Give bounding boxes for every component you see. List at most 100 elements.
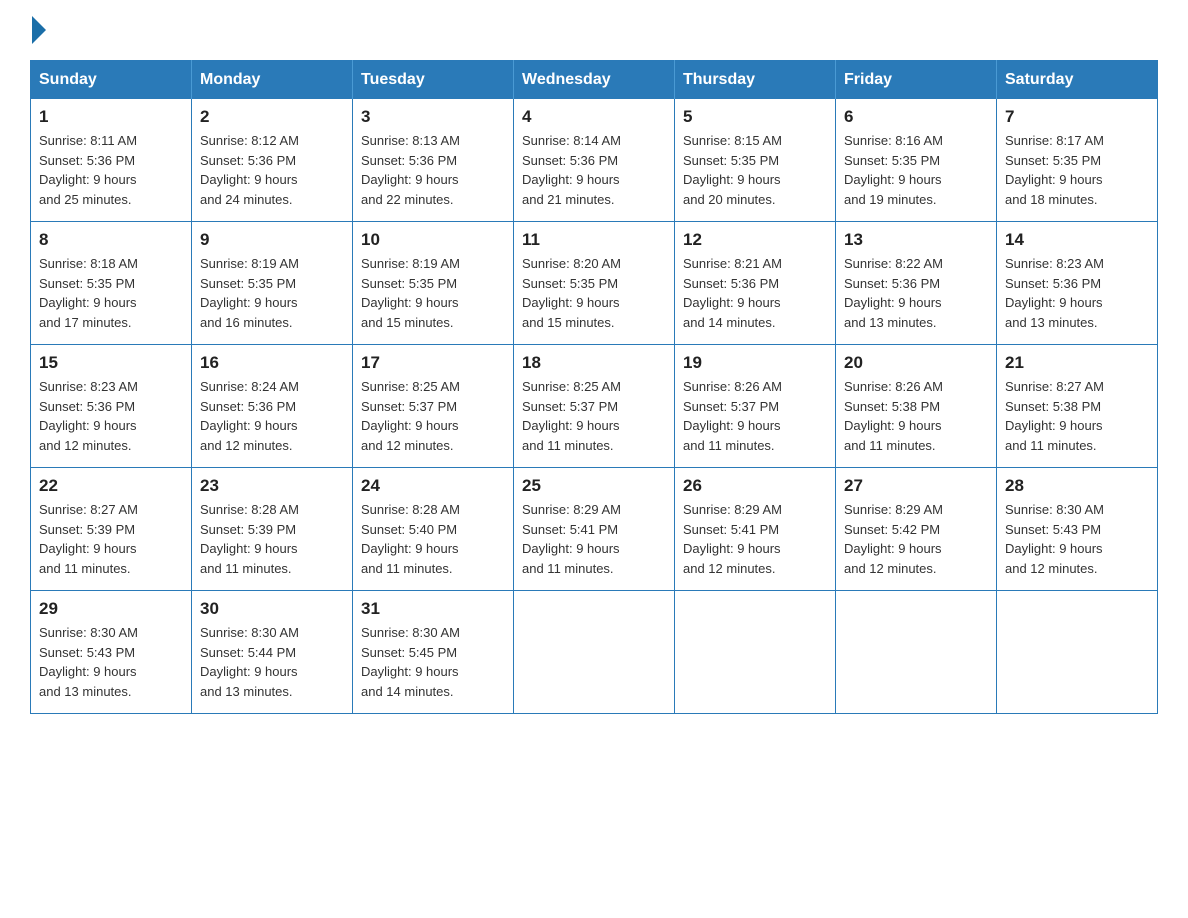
calendar-day-cell: 26 Sunrise: 8:29 AMSunset: 5:41 PMDaylig… bbox=[675, 468, 836, 591]
day-number: 20 bbox=[844, 353, 988, 373]
day-info: Sunrise: 8:17 AMSunset: 5:35 PMDaylight:… bbox=[1005, 131, 1149, 209]
day-info: Sunrise: 8:11 AMSunset: 5:36 PMDaylight:… bbox=[39, 131, 183, 209]
calendar-table: SundayMondayTuesdayWednesdayThursdayFrid… bbox=[30, 60, 1158, 714]
calendar-day-cell: 14 Sunrise: 8:23 AMSunset: 5:36 PMDaylig… bbox=[997, 222, 1158, 345]
calendar-day-cell bbox=[997, 591, 1158, 714]
header-sunday: Sunday bbox=[31, 61, 192, 100]
calendar-week-row: 8 Sunrise: 8:18 AMSunset: 5:35 PMDayligh… bbox=[31, 222, 1158, 345]
day-number: 23 bbox=[200, 476, 344, 496]
day-number: 11 bbox=[522, 230, 666, 250]
day-info: Sunrise: 8:20 AMSunset: 5:35 PMDaylight:… bbox=[522, 254, 666, 332]
day-info: Sunrise: 8:23 AMSunset: 5:36 PMDaylight:… bbox=[39, 377, 183, 455]
calendar-day-cell: 11 Sunrise: 8:20 AMSunset: 5:35 PMDaylig… bbox=[514, 222, 675, 345]
day-info: Sunrise: 8:24 AMSunset: 5:36 PMDaylight:… bbox=[200, 377, 344, 455]
calendar-day-cell: 6 Sunrise: 8:16 AMSunset: 5:35 PMDayligh… bbox=[836, 99, 997, 222]
calendar-day-cell: 20 Sunrise: 8:26 AMSunset: 5:38 PMDaylig… bbox=[836, 345, 997, 468]
day-number: 30 bbox=[200, 599, 344, 619]
calendar-header-row: SundayMondayTuesdayWednesdayThursdayFrid… bbox=[31, 61, 1158, 100]
calendar-day-cell: 3 Sunrise: 8:13 AMSunset: 5:36 PMDayligh… bbox=[353, 99, 514, 222]
day-number: 6 bbox=[844, 107, 988, 127]
calendar-day-cell bbox=[514, 591, 675, 714]
day-info: Sunrise: 8:13 AMSunset: 5:36 PMDaylight:… bbox=[361, 131, 505, 209]
calendar-day-cell: 19 Sunrise: 8:26 AMSunset: 5:37 PMDaylig… bbox=[675, 345, 836, 468]
header-thursday: Thursday bbox=[675, 61, 836, 100]
day-info: Sunrise: 8:30 AMSunset: 5:44 PMDaylight:… bbox=[200, 623, 344, 701]
calendar-day-cell: 28 Sunrise: 8:30 AMSunset: 5:43 PMDaylig… bbox=[997, 468, 1158, 591]
calendar-day-cell: 31 Sunrise: 8:30 AMSunset: 5:45 PMDaylig… bbox=[353, 591, 514, 714]
calendar-week-row: 1 Sunrise: 8:11 AMSunset: 5:36 PMDayligh… bbox=[31, 99, 1158, 222]
day-number: 7 bbox=[1005, 107, 1149, 127]
day-info: Sunrise: 8:19 AMSunset: 5:35 PMDaylight:… bbox=[200, 254, 344, 332]
calendar-day-cell: 16 Sunrise: 8:24 AMSunset: 5:36 PMDaylig… bbox=[192, 345, 353, 468]
day-number: 28 bbox=[1005, 476, 1149, 496]
calendar-day-cell: 27 Sunrise: 8:29 AMSunset: 5:42 PMDaylig… bbox=[836, 468, 997, 591]
day-info: Sunrise: 8:22 AMSunset: 5:36 PMDaylight:… bbox=[844, 254, 988, 332]
day-info: Sunrise: 8:26 AMSunset: 5:37 PMDaylight:… bbox=[683, 377, 827, 455]
day-info: Sunrise: 8:29 AMSunset: 5:41 PMDaylight:… bbox=[522, 500, 666, 578]
day-info: Sunrise: 8:19 AMSunset: 5:35 PMDaylight:… bbox=[361, 254, 505, 332]
header-wednesday: Wednesday bbox=[514, 61, 675, 100]
day-number: 9 bbox=[200, 230, 344, 250]
day-number: 19 bbox=[683, 353, 827, 373]
day-number: 17 bbox=[361, 353, 505, 373]
day-info: Sunrise: 8:29 AMSunset: 5:41 PMDaylight:… bbox=[683, 500, 827, 578]
day-number: 31 bbox=[361, 599, 505, 619]
calendar-day-cell: 4 Sunrise: 8:14 AMSunset: 5:36 PMDayligh… bbox=[514, 99, 675, 222]
calendar-day-cell: 29 Sunrise: 8:30 AMSunset: 5:43 PMDaylig… bbox=[31, 591, 192, 714]
day-number: 14 bbox=[1005, 230, 1149, 250]
day-info: Sunrise: 8:14 AMSunset: 5:36 PMDaylight:… bbox=[522, 131, 666, 209]
calendar-week-row: 29 Sunrise: 8:30 AMSunset: 5:43 PMDaylig… bbox=[31, 591, 1158, 714]
day-info: Sunrise: 8:25 AMSunset: 5:37 PMDaylight:… bbox=[522, 377, 666, 455]
calendar-day-cell: 2 Sunrise: 8:12 AMSunset: 5:36 PMDayligh… bbox=[192, 99, 353, 222]
day-info: Sunrise: 8:23 AMSunset: 5:36 PMDaylight:… bbox=[1005, 254, 1149, 332]
header-friday: Friday bbox=[836, 61, 997, 100]
day-number: 26 bbox=[683, 476, 827, 496]
header-tuesday: Tuesday bbox=[353, 61, 514, 100]
calendar-day-cell: 18 Sunrise: 8:25 AMSunset: 5:37 PMDaylig… bbox=[514, 345, 675, 468]
calendar-day-cell: 17 Sunrise: 8:25 AMSunset: 5:37 PMDaylig… bbox=[353, 345, 514, 468]
day-info: Sunrise: 8:16 AMSunset: 5:35 PMDaylight:… bbox=[844, 131, 988, 209]
calendar-day-cell bbox=[836, 591, 997, 714]
logo-arrow-icon bbox=[32, 16, 46, 44]
calendar-day-cell: 12 Sunrise: 8:21 AMSunset: 5:36 PMDaylig… bbox=[675, 222, 836, 345]
calendar-day-cell bbox=[675, 591, 836, 714]
calendar-week-row: 15 Sunrise: 8:23 AMSunset: 5:36 PMDaylig… bbox=[31, 345, 1158, 468]
header-monday: Monday bbox=[192, 61, 353, 100]
page-header bbox=[30, 20, 1158, 40]
day-info: Sunrise: 8:27 AMSunset: 5:38 PMDaylight:… bbox=[1005, 377, 1149, 455]
calendar-day-cell: 8 Sunrise: 8:18 AMSunset: 5:35 PMDayligh… bbox=[31, 222, 192, 345]
day-info: Sunrise: 8:26 AMSunset: 5:38 PMDaylight:… bbox=[844, 377, 988, 455]
day-number: 5 bbox=[683, 107, 827, 127]
day-info: Sunrise: 8:30 AMSunset: 5:43 PMDaylight:… bbox=[1005, 500, 1149, 578]
header-saturday: Saturday bbox=[997, 61, 1158, 100]
day-info: Sunrise: 8:29 AMSunset: 5:42 PMDaylight:… bbox=[844, 500, 988, 578]
day-info: Sunrise: 8:30 AMSunset: 5:43 PMDaylight:… bbox=[39, 623, 183, 701]
calendar-day-cell: 24 Sunrise: 8:28 AMSunset: 5:40 PMDaylig… bbox=[353, 468, 514, 591]
logo bbox=[30, 20, 46, 40]
day-info: Sunrise: 8:25 AMSunset: 5:37 PMDaylight:… bbox=[361, 377, 505, 455]
day-info: Sunrise: 8:28 AMSunset: 5:40 PMDaylight:… bbox=[361, 500, 505, 578]
calendar-day-cell: 10 Sunrise: 8:19 AMSunset: 5:35 PMDaylig… bbox=[353, 222, 514, 345]
calendar-day-cell: 25 Sunrise: 8:29 AMSunset: 5:41 PMDaylig… bbox=[514, 468, 675, 591]
calendar-day-cell: 15 Sunrise: 8:23 AMSunset: 5:36 PMDaylig… bbox=[31, 345, 192, 468]
day-number: 3 bbox=[361, 107, 505, 127]
day-number: 22 bbox=[39, 476, 183, 496]
day-info: Sunrise: 8:15 AMSunset: 5:35 PMDaylight:… bbox=[683, 131, 827, 209]
calendar-week-row: 22 Sunrise: 8:27 AMSunset: 5:39 PMDaylig… bbox=[31, 468, 1158, 591]
day-number: 8 bbox=[39, 230, 183, 250]
day-number: 21 bbox=[1005, 353, 1149, 373]
day-number: 10 bbox=[361, 230, 505, 250]
day-info: Sunrise: 8:28 AMSunset: 5:39 PMDaylight:… bbox=[200, 500, 344, 578]
day-number: 1 bbox=[39, 107, 183, 127]
calendar-day-cell: 21 Sunrise: 8:27 AMSunset: 5:38 PMDaylig… bbox=[997, 345, 1158, 468]
day-number: 24 bbox=[361, 476, 505, 496]
day-number: 12 bbox=[683, 230, 827, 250]
calendar-day-cell: 9 Sunrise: 8:19 AMSunset: 5:35 PMDayligh… bbox=[192, 222, 353, 345]
calendar-day-cell: 23 Sunrise: 8:28 AMSunset: 5:39 PMDaylig… bbox=[192, 468, 353, 591]
day-number: 25 bbox=[522, 476, 666, 496]
calendar-day-cell: 7 Sunrise: 8:17 AMSunset: 5:35 PMDayligh… bbox=[997, 99, 1158, 222]
calendar-day-cell: 1 Sunrise: 8:11 AMSunset: 5:36 PMDayligh… bbox=[31, 99, 192, 222]
day-number: 2 bbox=[200, 107, 344, 127]
calendar-day-cell: 13 Sunrise: 8:22 AMSunset: 5:36 PMDaylig… bbox=[836, 222, 997, 345]
day-info: Sunrise: 8:30 AMSunset: 5:45 PMDaylight:… bbox=[361, 623, 505, 701]
